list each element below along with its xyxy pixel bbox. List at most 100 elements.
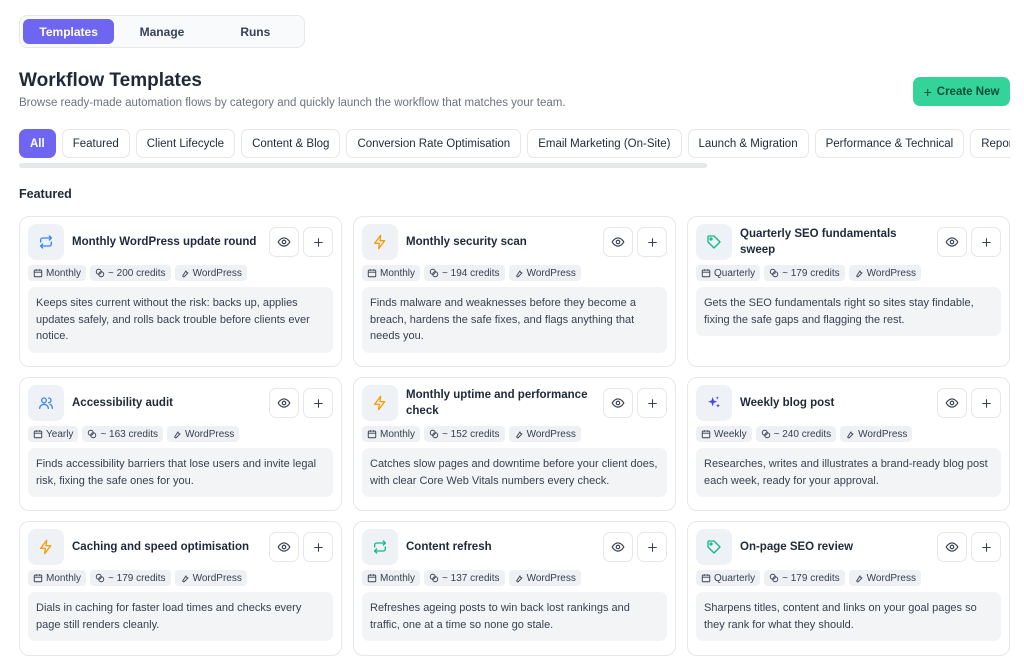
preview-button[interactable] [603, 227, 633, 257]
category-chip[interactable]: Content & Blog [241, 129, 341, 158]
category-chip[interactable]: Conversion Rate Optimisation [346, 129, 522, 158]
preview-button[interactable] [937, 532, 967, 562]
template-grid: Monthly WordPress update round Monthly ~ 2… [19, 216, 1010, 656]
create-new-button[interactable]: + Create New [913, 77, 1010, 106]
credits-text: ~ 152 credits [442, 428, 500, 440]
tab-manage[interactable]: Manage [116, 19, 207, 44]
category-chip[interactable]: All [19, 129, 56, 158]
frequency-badge: Monthly [28, 265, 87, 281]
page-title: Workflow Templates [19, 70, 202, 91]
frequency-text: Monthly [380, 572, 416, 584]
template-card[interactable]: On-page SEO review Quarterly ~ 179 credits… [687, 521, 1010, 656]
platform-badge: WordPress [508, 426, 581, 442]
template-card[interactable]: Caching and speed optimisation Monthly ~ 1… [19, 521, 342, 656]
template-card[interactable]: Quarterly SEO fundamentals sweep Quarterl… [687, 216, 1010, 367]
eye-icon [277, 396, 291, 410]
add-button[interactable] [971, 388, 1001, 418]
coins-icon [769, 268, 779, 278]
plus-icon [312, 397, 325, 410]
preview-button[interactable] [937, 227, 967, 257]
eye-icon [945, 396, 959, 410]
platform-text: WordPress [866, 572, 916, 584]
card-description: Gets the SEO fundamentals right so sites… [696, 287, 1001, 336]
add-button[interactable] [637, 227, 667, 257]
template-card[interactable]: Content refresh Monthly ~ 137 credits WordP… [353, 521, 676, 656]
bolt-icon [28, 529, 64, 565]
card-description: Dials in caching for faster load times a… [28, 592, 333, 641]
template-card[interactable]: Monthly security scan Monthly ~ 194 credit… [353, 216, 676, 367]
preview-button[interactable] [937, 388, 967, 418]
plus-icon: + [923, 83, 932, 100]
add-button[interactable] [637, 532, 667, 562]
add-button[interactable] [971, 532, 1001, 562]
wrench-icon [514, 573, 524, 583]
add-button[interactable] [303, 227, 333, 257]
category-chip[interactable]: Client Lifecycle [135, 129, 236, 158]
tab-runs[interactable]: Runs [210, 19, 301, 44]
platform-text: WordPress [526, 572, 576, 584]
category-scrollbar[interactable] [19, 163, 707, 168]
platform-text: WordPress [866, 267, 916, 279]
calendar-icon [367, 573, 377, 583]
eye-icon [945, 235, 959, 249]
category-chip[interactable]: Featured [61, 129, 130, 158]
card-description: Catches slow pages and downtime before y… [362, 448, 667, 497]
coins-icon [87, 429, 97, 439]
eye-icon [611, 235, 625, 249]
frequency-text: Weekly [714, 428, 747, 440]
add-button[interactable] [303, 532, 333, 562]
card-title: Accessibility audit [72, 396, 173, 409]
add-button[interactable] [303, 388, 333, 418]
wrench-icon [845, 429, 855, 439]
preview-button[interactable] [603, 532, 633, 562]
card-description: Researches, writes and illustrates a bra… [696, 448, 1001, 497]
calendar-icon [701, 429, 711, 439]
platform-badge: WordPress [174, 265, 247, 281]
frequency-badge: Monthly [28, 570, 87, 586]
credits-text: ~ 179 credits [108, 572, 166, 584]
category-chip[interactable]: Email Marketing (On-Site) [527, 129, 682, 158]
template-card[interactable]: Accessibility audit Yearly ~ 163 credits Wo… [19, 377, 342, 511]
category-chip[interactable]: Launch & Migration [687, 129, 809, 158]
repeat-icon [362, 529, 398, 565]
frequency-text: Monthly [46, 267, 82, 279]
credits-badge: ~ 179 credits [764, 265, 845, 281]
credits-text: ~ 137 credits [442, 572, 500, 584]
preview-button[interactable] [269, 388, 299, 418]
credits-badge: ~ 200 credits [90, 265, 171, 281]
credits-text: ~ 163 credits [100, 428, 158, 440]
frequency-badge: Monthly [362, 426, 421, 442]
add-button[interactable] [637, 388, 667, 418]
frequency-badge: Weekly [696, 426, 752, 442]
eye-icon [945, 540, 959, 554]
card-title: Content refresh [406, 540, 492, 553]
platform-badge: WordPress [848, 570, 921, 586]
calendar-icon [367, 429, 377, 439]
coins-icon [95, 268, 105, 278]
credits-text: ~ 200 credits [108, 267, 166, 279]
platform-text: WordPress [184, 428, 235, 440]
add-button[interactable] [971, 227, 1001, 257]
preview-button[interactable] [269, 227, 299, 257]
preview-button[interactable] [603, 388, 633, 418]
frequency-text: Quarterly [714, 572, 756, 584]
template-card[interactable]: Monthly uptime and performance check Mont… [353, 377, 676, 511]
platform-text: WordPress [858, 428, 908, 440]
frequency-text: Monthly [46, 572, 82, 584]
plus-icon [646, 397, 659, 410]
tab-templates[interactable]: Templates [23, 19, 115, 44]
credits-badge: ~ 194 credits [424, 265, 505, 281]
tag-icon [696, 529, 732, 565]
category-chip[interactable]: Reporting [970, 129, 1010, 158]
section-title: Featured [19, 187, 72, 201]
category-chip[interactable]: Performance & Technical [814, 129, 965, 158]
wrench-icon [180, 268, 190, 278]
frequency-badge: Quarterly [696, 570, 761, 586]
template-card[interactable]: Weekly blog post Weekly ~ 240 credits WordP… [687, 377, 1010, 511]
template-card[interactable]: Monthly WordPress update round Monthly ~ 2… [19, 216, 342, 367]
eye-icon [277, 540, 291, 554]
card-title: Monthly WordPress update round [72, 235, 257, 248]
preview-button[interactable] [269, 532, 299, 562]
credits-text: ~ 194 credits [442, 267, 500, 279]
create-new-label: Create New [936, 85, 1000, 98]
